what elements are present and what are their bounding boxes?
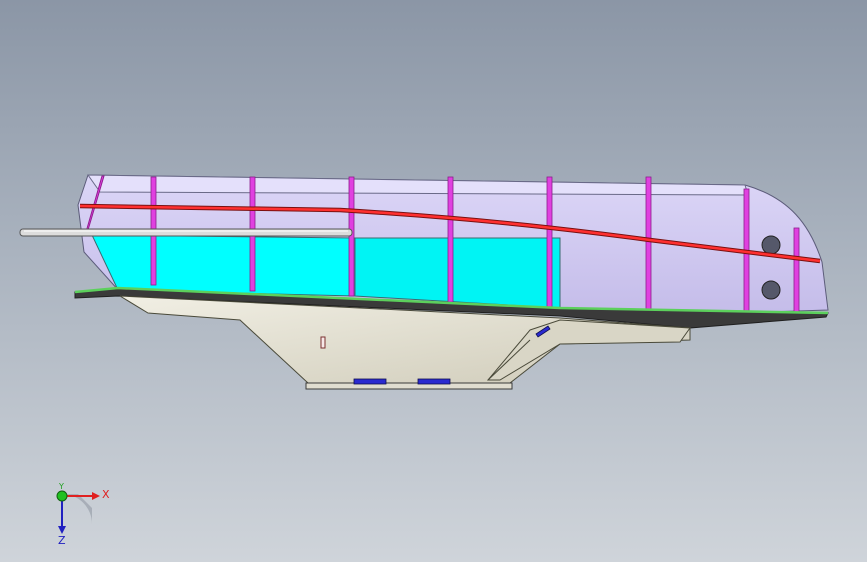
keel-pad — [353, 378, 387, 385]
rib — [348, 176, 355, 297]
x-arrow-icon — [92, 492, 100, 500]
keel-slot — [320, 336, 326, 349]
hull-model[interactable] — [0, 0, 867, 562]
graphics-viewport[interactable]: X Z Y — [0, 0, 867, 562]
keel-pad — [417, 378, 451, 385]
horizontal-rod — [19, 228, 353, 237]
rib — [447, 176, 454, 303]
keel-bottom-plate — [305, 382, 513, 390]
tank-region-aft — [354, 237, 561, 309]
porthole-lower — [761, 280, 781, 300]
reference-triad: X Z Y — [56, 482, 110, 547]
z-arrow-icon — [58, 526, 66, 534]
tank-region — [91, 234, 356, 297]
y-axis-label: Y — [58, 482, 64, 491]
porthole-upper — [761, 235, 781, 255]
x-axis-label: X — [102, 488, 110, 501]
rib — [793, 227, 800, 313]
z-axis-label: Z — [58, 534, 66, 547]
y-axis-dot-icon — [56, 490, 68, 502]
rib — [546, 176, 553, 309]
rib — [645, 176, 652, 314]
